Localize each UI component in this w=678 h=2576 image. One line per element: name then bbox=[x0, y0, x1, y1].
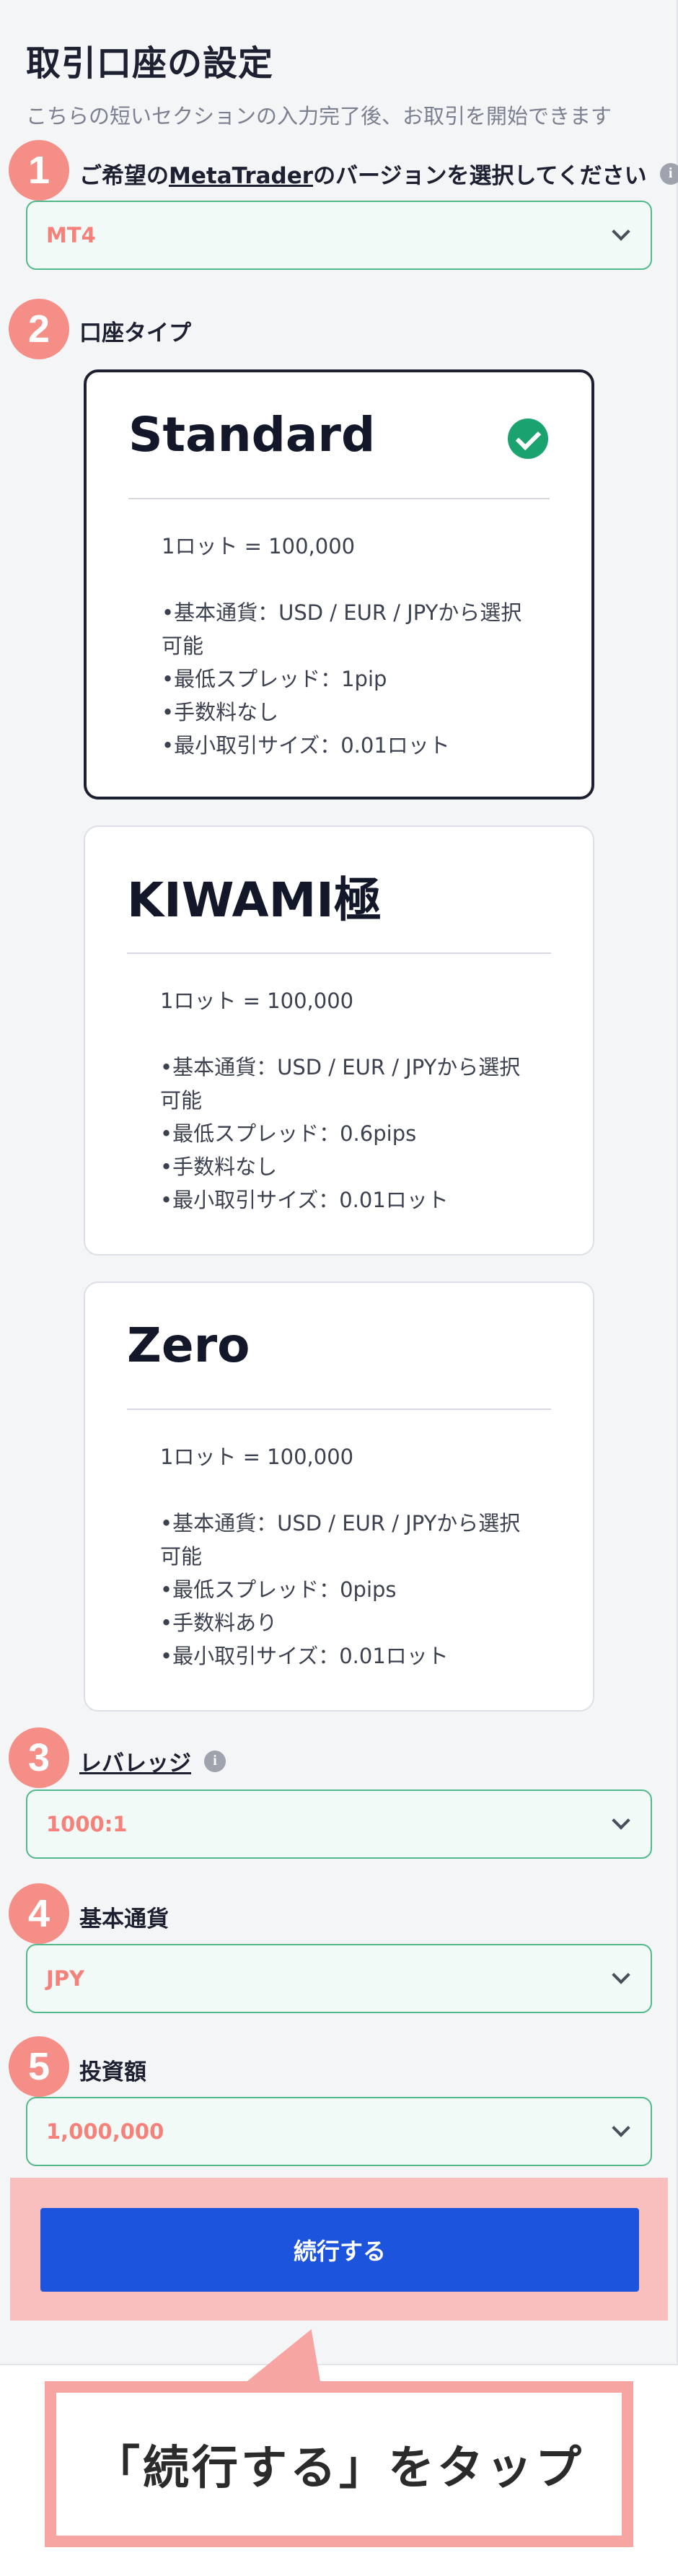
base-currency-select-value: JPY bbox=[46, 1966, 85, 1991]
step-4-badge: 4 bbox=[9, 1883, 69, 1944]
investment-label: 投資額 bbox=[79, 2059, 146, 2085]
card-feature: •最小取引サイズ：0.01ロット bbox=[162, 733, 450, 758]
card-feature: •手数料なし bbox=[160, 1155, 278, 1179]
account-setup-panel: 取引口座の設定 こちらの短いセクションの入力完了後、お取引を開始できます 1 ご… bbox=[0, 0, 678, 2365]
leverage-select-value: 1000:1 bbox=[46, 1812, 128, 1836]
metatrader-link[interactable]: MetaTrader bbox=[169, 163, 313, 189]
account-card-zero[interactable]: Zero 1ロット = 100,000 •基本通貨：USD / EUR / JP… bbox=[84, 1282, 594, 1712]
info-icon[interactable]: i bbox=[204, 1750, 226, 1772]
info-icon[interactable]: i bbox=[659, 162, 678, 185]
platform-select[interactable]: MT4 bbox=[26, 201, 652, 270]
platform-select-value: MT4 bbox=[46, 223, 96, 247]
card-features: •基本通貨：USD / EUR / JPYから選択 可能 •最低スプレッド：0p… bbox=[160, 1507, 520, 1673]
card-name: Zero bbox=[127, 1318, 250, 1373]
card-name: Standard bbox=[128, 407, 376, 463]
chevron-down-icon bbox=[612, 2119, 630, 2137]
account-card-standard[interactable]: Standard 1ロット = 100,000 •基本通貨：USD / EUR … bbox=[84, 369, 594, 799]
platform-label-prefix: ご希望の bbox=[79, 163, 169, 189]
card-divider bbox=[128, 498, 550, 499]
investment-select[interactable]: 1,000,000 bbox=[26, 2097, 652, 2166]
card-feature: •手数料あり bbox=[160, 1611, 278, 1635]
step-1-badge: 1 bbox=[9, 140, 69, 201]
platform-label: ご希望のMetaTraderのバージョンを選択してください i bbox=[79, 157, 678, 190]
card-feature: •最低スプレッド：0.6pips bbox=[160, 1121, 417, 1146]
card-divider bbox=[127, 952, 551, 954]
card-feature: •最低スプレッド：0pips bbox=[160, 1577, 397, 1602]
card-name: KIWAMI極 bbox=[127, 872, 382, 928]
card-divider bbox=[127, 1409, 551, 1410]
card-feature: 可能 bbox=[162, 634, 204, 658]
investment-select-value: 1,000,000 bbox=[46, 2119, 164, 2144]
chevron-down-icon bbox=[612, 222, 630, 241]
card-feature: 可能 bbox=[160, 1544, 203, 1569]
leverage-label: レバレッジ i bbox=[79, 1745, 226, 1777]
card-features: •基本通貨：USD / EUR / JPYから選択 可能 •最低スプレッド：1p… bbox=[162, 596, 521, 762]
card-feature: •基本通貨：USD / EUR / JPYから選択 bbox=[162, 600, 522, 625]
check-circle-icon bbox=[508, 419, 548, 459]
chevron-down-icon bbox=[612, 1966, 630, 1984]
card-feature: •最小取引サイズ：0.01ロット bbox=[160, 1644, 449, 1668]
card-lot-size: 1ロット = 100,000 bbox=[160, 1445, 354, 1469]
step-2-badge: 2 bbox=[9, 299, 69, 359]
card-feature: •最小取引サイズ：0.01ロット bbox=[160, 1188, 449, 1212]
page-subtitle: こちらの短いセクションの入力完了後、お取引を開始できます bbox=[26, 104, 612, 128]
card-feature: •基本通貨：USD / EUR / JPYから選択 bbox=[160, 1511, 521, 1535]
card-feature: •基本通貨：USD / EUR / JPYから選択 bbox=[160, 1055, 521, 1079]
page-title: 取引口座の設定 bbox=[26, 43, 274, 84]
card-feature: •手数料なし bbox=[162, 700, 279, 724]
card-lot-size: 1ロット = 100,000 bbox=[162, 534, 356, 558]
card-features: •基本通貨：USD / EUR / JPYから選択 可能 •最低スプレッド：0.… bbox=[160, 1051, 520, 1217]
step-5-badge: 5 bbox=[9, 2036, 69, 2097]
account-card-kiwami[interactable]: KIWAMI極 1ロット = 100,000 •基本通貨：USD / EUR /… bbox=[84, 825, 594, 1256]
base-currency-label: 基本通貨 bbox=[79, 1906, 169, 1932]
card-feature: •最低スプレッド：1pip bbox=[162, 667, 387, 691]
account-type-label: 口座タイプ bbox=[79, 320, 191, 346]
step-3-badge: 3 bbox=[9, 1727, 69, 1788]
instruction-callout-text: 「続行する」をタップ bbox=[56, 2393, 622, 2536]
card-feature: 可能 bbox=[160, 1088, 203, 1113]
card-lot-size: 1ロット = 100,000 bbox=[160, 989, 354, 1013]
platform-label-suffix: のバージョンを選択してください bbox=[313, 163, 647, 189]
leverage-select[interactable]: 1000:1 bbox=[26, 1789, 652, 1859]
instruction-callout: 「続行する」をタップ bbox=[45, 2381, 633, 2547]
leverage-label-text[interactable]: レバレッジ bbox=[79, 1745, 191, 1777]
continue-button[interactable]: 続行する bbox=[40, 2208, 639, 2292]
base-currency-select[interactable]: JPY bbox=[26, 1944, 652, 2013]
chevron-down-icon bbox=[612, 1811, 630, 1830]
